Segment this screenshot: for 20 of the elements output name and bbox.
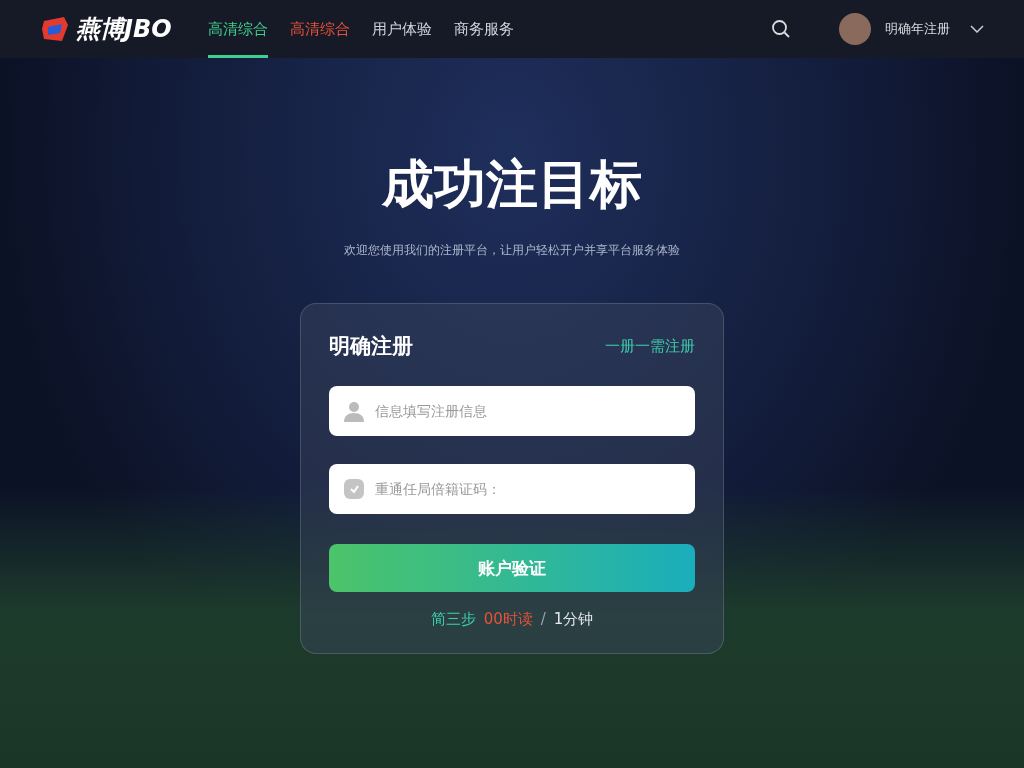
avatar[interactable] [839, 13, 871, 45]
nav-tab[interactable]: 用户体验 [371, 0, 432, 58]
register-link[interactable]: 一册一需注册 [605, 336, 695, 356]
hero-title: 成功注目标 [382, 153, 642, 216]
nav-tab[interactable]: 高清综合 [289, 0, 350, 58]
nav-tab[interactable]: 高清综合 [207, 0, 268, 58]
footer-text: / [540, 610, 546, 629]
user-name[interactable]: 明确年注册 [885, 20, 950, 38]
footer-text: 简三步 [430, 610, 476, 629]
brand-name: 燕博JBO [76, 14, 172, 45]
nav-tab[interactable]: 商务服务 [453, 0, 514, 58]
footer-text: 00时读 [483, 610, 533, 629]
chevron-down-icon[interactable] [970, 25, 984, 33]
input-field[interactable]: 重通任局倍籍证码： [329, 464, 695, 514]
input-field[interactable]: 信息填写注册信息 [329, 386, 695, 436]
search-icon[interactable] [771, 19, 791, 39]
footer-text: 1分钟 [553, 610, 594, 629]
card-title: 明确注册 [329, 333, 413, 360]
hero-subtitle: 欢迎您使用我们的注册平台，让用户轻松开户并享平台服务体验 [344, 242, 680, 259]
logo-icon [40, 15, 70, 43]
